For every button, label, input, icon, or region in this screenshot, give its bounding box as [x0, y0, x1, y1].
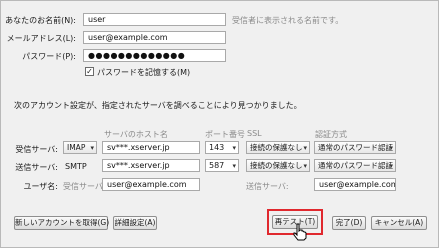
chevron-down-icon: ▾: [389, 162, 393, 170]
chevron-down-icon: ▾: [303, 162, 307, 170]
chevron-down-icon: ▾: [389, 144, 393, 152]
name-hint: 受信者に表示される名前です。: [232, 16, 344, 25]
remember-password-checkbox[interactable]: ✓: [85, 67, 94, 76]
username-label: ユーザ名:: [23, 182, 58, 191]
host-column-header: サーバのホスト名: [104, 130, 168, 139]
remember-password-label[interactable]: パスワードを記憶する(M): [97, 67, 190, 78]
incoming-port-field[interactable]: 143 ▾: [205, 141, 239, 154]
incoming-host-input[interactable]: sv***.xserver.jp: [102, 141, 200, 154]
done-button[interactable]: 完了(D): [332, 216, 366, 230]
incoming-auth-select[interactable]: 通常のパスワード認証 ▾: [314, 141, 396, 154]
outgoing-username-input[interactable]: user@example.com: [314, 178, 396, 191]
username-incoming-label: 受信サーバ:: [63, 182, 106, 191]
outgoing-auth-select[interactable]: 通常のパスワード認証 ▾: [314, 159, 396, 172]
ssl-column-header: SSL: [247, 129, 262, 138]
account-setup-dialog: あなたのお名前(N): user 受信者に表示される名前です。 メールアドレス(…: [0, 0, 439, 248]
port-column-header: ポート番号: [205, 130, 245, 139]
name-label: あなたのお名前(N):: [5, 16, 76, 25]
outgoing-protocol: SMTP: [65, 162, 87, 171]
name-input[interactable]: user: [83, 13, 226, 26]
chevron-down-icon: ▾: [303, 144, 307, 152]
outgoing-server-label: 送信サーバ:: [15, 163, 58, 172]
hand-cursor-icon: [293, 223, 307, 241]
new-account-button[interactable]: 新しいアカウントを取得(G): [14, 216, 109, 230]
email-input[interactable]: user@example.com: [83, 31, 226, 44]
username-outgoing-label: 送信サーバ:: [246, 182, 289, 191]
incoming-username-input[interactable]: user@example.com: [102, 178, 200, 191]
outgoing-port-field[interactable]: 587 ▾: [205, 159, 239, 172]
auth-column-header: 認証方式: [315, 130, 347, 139]
chevron-down-icon: ▾: [90, 144, 94, 152]
password-label: パスワード(P):: [22, 52, 76, 61]
found-settings-message: 次のアカウント設定が、指定されたサーバを調べることにより見つかりました。: [14, 101, 302, 110]
cancel-button[interactable]: キャンセル(A): [371, 216, 427, 230]
email-label: メールアドレス(L):: [6, 34, 76, 43]
password-input[interactable]: ●●●●●●●●●●●●●: [83, 49, 226, 62]
outgoing-host-input[interactable]: sv***.xserver.jp: [102, 159, 200, 172]
incoming-server-label: 受信サーバ:: [15, 145, 58, 154]
incoming-protocol-select[interactable]: IMAP ▾: [63, 141, 97, 154]
chevron-down-icon: ▾: [232, 144, 236, 152]
advanced-settings-button[interactable]: 詳細設定(A): [113, 216, 157, 230]
outgoing-ssl-select[interactable]: 接続の保護なし ▾: [246, 159, 310, 172]
incoming-ssl-select[interactable]: 接続の保護なし ▾: [246, 141, 310, 154]
chevron-down-icon: ▾: [232, 162, 236, 170]
